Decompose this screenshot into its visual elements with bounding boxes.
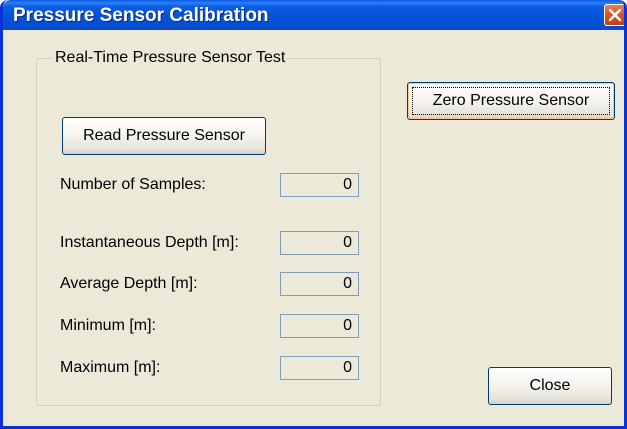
window-title: Pressure Sensor Calibration <box>13 5 269 26</box>
maximum-field: 0 <box>280 356 359 380</box>
title-bar[interactable]: Pressure Sensor Calibration <box>3 0 624 30</box>
close-button[interactable]: Close <box>488 367 612 405</box>
zero-pressure-sensor-button[interactable]: Zero Pressure Sensor <box>407 82 615 120</box>
window-close-button[interactable] <box>604 4 624 26</box>
instantaneous-depth-field: 0 <box>280 231 359 255</box>
close-button-label: Close <box>529 377 571 394</box>
read-pressure-sensor-button[interactable]: Read Pressure Sensor <box>62 117 266 155</box>
minimum-field: 0 <box>280 314 359 338</box>
read-pressure-sensor-label: Read Pressure Sensor <box>83 127 245 144</box>
groupbox-legend: Real-Time Pressure Sensor Test <box>53 48 288 68</box>
dialog-window: Pressure Sensor Calibration Real-Time Pr… <box>0 0 627 429</box>
close-icon <box>608 8 622 22</box>
minimum-label: Minimum [m]: <box>60 317 156 334</box>
maximum-label: Maximum [m]: <box>60 359 161 376</box>
average-depth-label: Average Depth [m]: <box>60 275 198 292</box>
number-of-samples-label: Number of Samples: <box>60 176 206 193</box>
zero-pressure-sensor-label: Zero Pressure Sensor <box>432 92 590 109</box>
instantaneous-depth-label: Instantaneous Depth [m]: <box>60 234 239 251</box>
number-of-samples-field: 0 <box>280 173 359 197</box>
average-depth-field: 0 <box>280 272 359 296</box>
